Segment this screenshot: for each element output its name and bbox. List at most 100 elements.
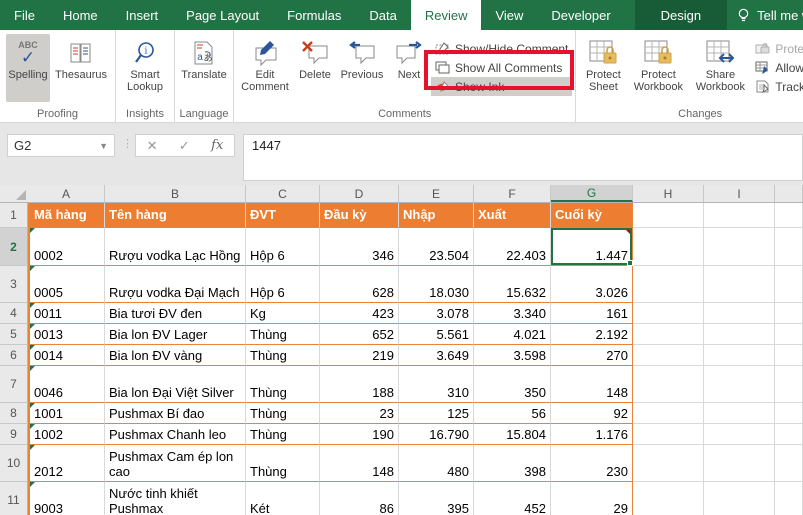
tab-formulas[interactable]: Formulas [273, 0, 355, 30]
allow-users-edit-ranges-button[interactable]: Allow U [751, 58, 803, 77]
header-cell[interactable]: Đầu kỳ [320, 203, 399, 228]
next-comment-button[interactable]: Next [387, 34, 431, 102]
cell-B6[interactable]: Bia lon ĐV vàng [105, 345, 246, 366]
header-cell[interactable]: Nhập [399, 203, 474, 228]
column-header-F[interactable]: F [474, 185, 551, 202]
cell-F7[interactable]: 350 [474, 366, 551, 403]
cell-I3[interactable] [704, 266, 775, 303]
header-cell[interactable]: Tên hàng [105, 203, 246, 228]
row-header-1[interactable]: 1 [0, 203, 28, 228]
cell-G8[interactable]: 92 [551, 403, 633, 424]
cell-C11[interactable]: Két [246, 482, 320, 515]
track-changes-button[interactable]: Track C [751, 77, 803, 96]
row-header-2[interactable]: 2 [0, 228, 28, 266]
cell-J5[interactable] [775, 324, 803, 345]
cell-F4[interactable]: 3.340 [474, 303, 551, 324]
cell-I6[interactable] [704, 345, 775, 366]
cell-A11[interactable]: 9003 [28, 482, 105, 515]
cell-D4[interactable]: 423 [320, 303, 399, 324]
cell-J2[interactable] [775, 228, 803, 266]
cell-A9[interactable]: 1002 [28, 424, 105, 445]
name-box-dropdown-icon[interactable]: ▼ [99, 141, 108, 151]
column-header-I[interactable]: I [704, 185, 775, 202]
cell-I11[interactable] [704, 482, 775, 515]
cell-J8[interactable] [775, 403, 803, 424]
cell-D9[interactable]: 190 [320, 424, 399, 445]
translate-button[interactable]: aあ Translate [178, 34, 230, 102]
cell-H6[interactable] [633, 345, 704, 366]
tab-view[interactable]: View [481, 0, 537, 30]
show-ink-button[interactable]: Show Ink [431, 77, 572, 96]
cell-C8[interactable]: Thùng [246, 403, 320, 424]
cell-B11[interactable]: Nước tinh khiết Pushmax [105, 482, 246, 515]
cell-E8[interactable]: 125 [399, 403, 474, 424]
cell-G7[interactable]: 148 [551, 366, 633, 403]
cell-B4[interactable]: Bia tươi ĐV đen [105, 303, 246, 324]
cell-D7[interactable]: 188 [320, 366, 399, 403]
cell-E9[interactable]: 16.790 [399, 424, 474, 445]
cell-D11[interactable]: 86 [320, 482, 399, 515]
cell-D5[interactable]: 652 [320, 324, 399, 345]
cell-E6[interactable]: 3.649 [399, 345, 474, 366]
cell-B5[interactable]: Bia lon ĐV Lager [105, 324, 246, 345]
cell-B8[interactable]: Pushmax Bí đao [105, 403, 246, 424]
row-header-7[interactable]: 7 [0, 366, 28, 403]
cell-C2[interactable]: Hộp 6 [246, 228, 320, 266]
cell-D2[interactable]: 346 [320, 228, 399, 266]
column-header-E[interactable]: E [399, 185, 474, 202]
cell-G5[interactable]: 2.192 [551, 324, 633, 345]
header-cell[interactable]: Mã hàng [28, 203, 105, 228]
cell-C9[interactable]: Thùng [246, 424, 320, 445]
cell-A7[interactable]: 0046 [28, 366, 105, 403]
row-header-6[interactable]: 6 [0, 345, 28, 366]
cell-C6[interactable]: Thùng [246, 345, 320, 366]
cell-I2[interactable] [704, 228, 775, 266]
cell-A4[interactable]: 0011 [28, 303, 105, 324]
header-cell[interactable]: ĐVT [246, 203, 320, 228]
cell-J4[interactable] [775, 303, 803, 324]
cell-C10[interactable]: Thùng [246, 445, 320, 482]
smart-lookup-button[interactable]: i Smart Lookup [119, 34, 171, 102]
cell-H4[interactable] [633, 303, 704, 324]
cell-J3[interactable] [775, 266, 803, 303]
cell-C3[interactable]: Hộp 6 [246, 266, 320, 303]
cell-B3[interactable]: Rượu vodka Đại Mạch [105, 266, 246, 303]
cell-F8[interactable]: 56 [474, 403, 551, 424]
show-all-comments-button[interactable]: Show All Comments [431, 58, 572, 77]
cell-A2[interactable]: 0002 [28, 228, 105, 266]
share-workbook-button[interactable]: Share Workbook [689, 34, 751, 102]
row-header-10[interactable]: 10 [0, 445, 28, 482]
cell-E2[interactable]: 23.504 [399, 228, 474, 266]
cell-H9[interactable] [633, 424, 704, 445]
cell-C7[interactable]: Thùng [246, 366, 320, 403]
cell-G3[interactable]: 3.026 [551, 266, 633, 303]
cell-H7[interactable] [633, 366, 704, 403]
cell-G6[interactable]: 270 [551, 345, 633, 366]
header-cell[interactable]: Xuất [474, 203, 551, 228]
cell-B10[interactable]: Pushmax Cam ép lon cao [105, 445, 246, 482]
cell-G9[interactable]: 1.176 [551, 424, 633, 445]
cell-A5[interactable]: 0013 [28, 324, 105, 345]
cancel-entry-icon[interactable]: ✕ [147, 138, 158, 154]
cell-A8[interactable]: 1001 [28, 403, 105, 424]
cell-F10[interactable]: 398 [474, 445, 551, 482]
cell-C5[interactable]: Thùng [246, 324, 320, 345]
cell-C4[interactable]: Kg [246, 303, 320, 324]
cell-D3[interactable]: 628 [320, 266, 399, 303]
cell-H3[interactable] [633, 266, 704, 303]
cell-I9[interactable] [704, 424, 775, 445]
cell-B9[interactable]: Pushmax Chanh leo [105, 424, 246, 445]
cell-J1[interactable] [775, 203, 803, 228]
cell-F9[interactable]: 15.804 [474, 424, 551, 445]
select-all-corner[interactable] [0, 185, 28, 202]
cell-G2[interactable]: 1.447 [551, 228, 633, 266]
previous-comment-button[interactable]: Previous [337, 34, 387, 102]
column-header-C[interactable]: C [246, 185, 320, 202]
cell-I10[interactable] [704, 445, 775, 482]
tab-home[interactable]: Home [49, 0, 112, 30]
cell-J10[interactable] [775, 445, 803, 482]
cell-I4[interactable] [704, 303, 775, 324]
tab-review[interactable]: Review [411, 0, 482, 30]
row-header-4[interactable]: 4 [0, 303, 28, 324]
tab-page-layout[interactable]: Page Layout [172, 0, 273, 30]
